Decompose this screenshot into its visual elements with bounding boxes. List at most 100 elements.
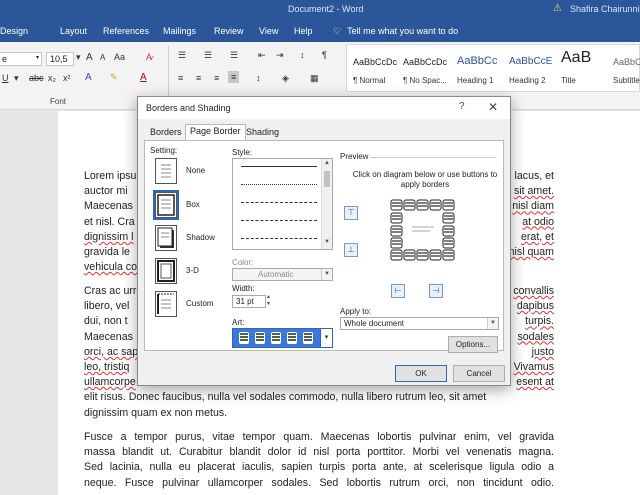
color-select[interactable]: Automatic ▼ [232, 268, 333, 281]
tab-references[interactable]: References [103, 26, 149, 36]
style-subtitle[interactable]: AaBbCcD Subtitle [607, 45, 640, 91]
align-left-icon[interactable]: ≡ [178, 73, 183, 83]
style-heading-1[interactable]: AaBbCc Heading 1 [451, 45, 501, 91]
shrink-font-icon[interactable]: A [100, 53, 105, 62]
font-name-value: e [2, 54, 8, 64]
preview-label: Preview [340, 152, 369, 161]
style-normal-sample: AaBbCcDc [353, 57, 398, 67]
underline-icon[interactable]: U [2, 73, 9, 83]
left-border-button[interactable]: ⊢ [391, 284, 405, 298]
page-border-panel: Setting: None Box Shadow 3-D Custom Styl… [144, 140, 504, 353]
tab-design[interactable]: Design [0, 26, 28, 36]
tab-shading[interactable]: Shading [242, 126, 283, 140]
increase-indent-icon[interactable]: ⇥ [276, 50, 284, 61]
line-style-list[interactable]: ▲ ▼ [232, 158, 333, 250]
align-right-icon[interactable]: ≡ [214, 73, 219, 83]
highlight-icon[interactable]: ✎ [110, 72, 118, 83]
preview-diagram[interactable] [390, 199, 457, 261]
show-marks-icon[interactable]: ¶ [322, 50, 327, 60]
subscript-icon[interactable]: x₂ [48, 73, 56, 83]
style-heading-2[interactable]: AaBbCcE Heading 2 [503, 45, 553, 91]
line-spacing-icon[interactable]: ↕ [256, 73, 261, 83]
line-style-dotted[interactable] [241, 184, 317, 185]
tab-borders[interactable]: Borders [146, 126, 186, 140]
line-style-solid[interactable] [241, 166, 317, 167]
style-normal[interactable]: AaBbCcDc ¶ Normal [347, 45, 397, 91]
cancel-button[interactable]: Cancel [453, 365, 505, 382]
grow-font-icon[interactable]: A [86, 52, 93, 63]
tab-help[interactable]: Help [294, 26, 313, 36]
top-border-button[interactable]: ⊤ [344, 206, 358, 220]
warning-icon[interactable]: ⚠ [553, 3, 562, 14]
underline-dropdown-icon[interactable]: ▾ [14, 73, 19, 84]
art-select[interactable]: ▾ [232, 328, 333, 348]
p2-line-left: ullamcorpe [84, 376, 136, 389]
tell-me-box[interactable]: ♡ Tell me what you want to do [333, 26, 458, 37]
p1-line-left: Lorem ipsu [84, 170, 137, 182]
right-border-button[interactable]: ⊣ [429, 284, 443, 298]
tab-page-border[interactable]: Page Border [185, 124, 246, 141]
p3-line: neque. Fusce pulvinar ullamcorper sodale… [84, 476, 554, 489]
style-no-spacing[interactable]: AaBbCcDc ¶ No Spac... [397, 45, 447, 91]
p1-line-right: sit amet. [513, 185, 554, 198]
chevron-down-icon[interactable]: ▾ [320, 329, 332, 347]
chevron-down-icon: ▼ [321, 269, 332, 280]
numbering-icon[interactable]: ☰ [204, 50, 212, 61]
sort-icon[interactable]: ↕ [300, 50, 305, 60]
font-size-box[interactable]: 10,5 [46, 52, 74, 66]
align-center-icon[interactable]: ≡ [196, 73, 201, 83]
scroll-thumb[interactable] [324, 171, 330, 187]
art-label: Art: [232, 318, 245, 327]
p1-line-right: nisl quam [508, 245, 554, 258]
font-size-value: 10,5 [50, 54, 68, 64]
dialog-title-bar[interactable]: Borders and Shading ? ✕ [138, 97, 510, 119]
line-style-dashed[interactable] [241, 220, 317, 221]
decrease-indent-icon[interactable]: ⇤ [258, 50, 266, 61]
line-style-dash-dot[interactable] [241, 238, 317, 239]
tab-review[interactable]: Review [214, 26, 244, 36]
font-color-icon[interactable]: A [140, 72, 147, 83]
options-button[interactable]: Options... [448, 336, 498, 353]
tab-mailings[interactable]: Mailings [163, 26, 196, 36]
paragraph-3[interactable]: Fusce a tempor purus, vitae tempor quam.… [84, 430, 554, 491]
setting-shadow-icon [155, 225, 177, 251]
ok-button[interactable]: OK [395, 365, 447, 382]
setting-box-icon [153, 190, 179, 220]
style-list-scrollbar[interactable]: ▲ ▼ [321, 159, 332, 249]
width-spinner[interactable]: 31 pt [232, 295, 266, 308]
color-value: Automatic [258, 270, 294, 279]
borders-icon[interactable]: ▦ [310, 73, 319, 84]
style-title[interactable]: AaB Title [555, 45, 605, 91]
font-name-box[interactable]: e ▾ [0, 52, 42, 66]
multilevel-list-icon[interactable]: ☰ [230, 50, 238, 61]
change-case-icon[interactable]: Aa [114, 52, 125, 62]
shading-icon[interactable]: ◈ [282, 73, 289, 84]
tell-me-text: Tell me what you want to do [347, 26, 459, 36]
setting-box-label: Box [186, 200, 200, 209]
style-title-sample: AaB [561, 49, 592, 66]
help-icon[interactable]: ? [459, 101, 465, 112]
scroll-up-icon[interactable]: ▲ [324, 160, 330, 166]
ribbon-tabs: Design Layout References Mailings Review… [0, 26, 640, 40]
tab-layout[interactable]: Layout [60, 26, 87, 36]
tab-view[interactable]: View [259, 26, 278, 36]
line-style-dashed-small[interactable] [241, 202, 317, 203]
p2-tail-line: dignissim quam ex non metus. [84, 406, 228, 419]
clear-formatting-icon[interactable]: A̷ [146, 52, 152, 62]
setting-3d-label: 3-D [186, 266, 199, 275]
bullets-icon[interactable]: ☰ [178, 50, 186, 61]
apply-to-select[interactable]: Whole document ▼ [340, 317, 499, 330]
scroll-down-icon[interactable]: ▼ [324, 239, 330, 245]
font-size-dropdown-icon[interactable]: ▾ [76, 52, 81, 63]
p3-line: Sed lacinia, nulla eu placerat iaculis, … [84, 461, 554, 474]
strikethrough-icon[interactable]: abc [29, 73, 44, 83]
p1-line-right: at odio [522, 215, 554, 228]
bottom-border-button[interactable]: ⊥ [344, 243, 358, 257]
width-spinner-arrows-icon[interactable]: ▲ ▼ [266, 294, 271, 308]
justify-icon[interactable]: ≡ [228, 71, 240, 83]
p2-line-left: leo, tristiq [84, 360, 130, 373]
superscript-icon[interactable]: x² [63, 73, 71, 83]
user-name[interactable]: Shafira Chairunnisa [570, 4, 640, 14]
close-icon[interactable]: ✕ [488, 100, 498, 114]
text-effects-icon[interactable]: A [85, 72, 92, 83]
